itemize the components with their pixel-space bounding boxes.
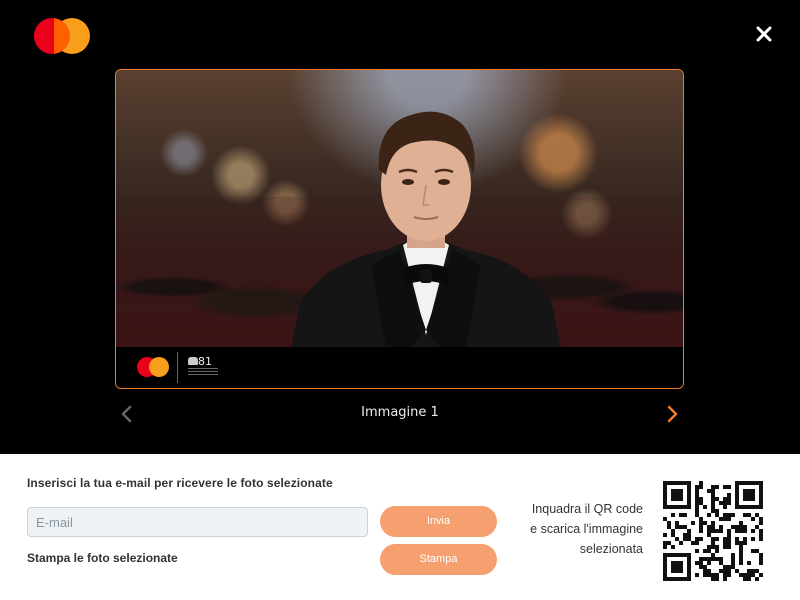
previous-arrow-icon[interactable] (118, 403, 136, 425)
close-icon[interactable] (752, 22, 776, 46)
mastercard-logo-small (137, 357, 171, 377)
photo-branding-bar: 81 (116, 347, 683, 388)
image-caption: Immagine 1 (361, 405, 439, 420)
next-arrow-icon[interactable] (663, 403, 681, 425)
venice-film-festival-logo: 81 (186, 355, 222, 379)
divider (177, 352, 178, 383)
photo-frame: 81 (115, 69, 684, 389)
qr-text-line: Inquadra il QR code (531, 502, 643, 516)
person-image (291, 111, 561, 347)
qr-text-line: e scarica l'immagine (530, 522, 643, 536)
selected-photo (116, 70, 683, 347)
mastercard-logo (34, 18, 92, 54)
qr-instructions: Inquadra il QR code e scarica l'immagine… (500, 499, 643, 559)
print-button[interactable]: Stampa (380, 544, 497, 575)
send-button[interactable]: Invia (380, 506, 497, 537)
qr-text-line: selezionata (579, 542, 643, 556)
email-input[interactable] (27, 507, 368, 537)
qr-code (663, 481, 763, 581)
share-panel: Inserisci la tua e-mail per ricevere le … (0, 454, 800, 600)
print-heading: Stampa le foto selezionate (27, 551, 178, 565)
email-heading: Inserisci la tua e-mail per ricevere le … (27, 476, 333, 490)
gallery-area: 81 Immagine 1 (0, 0, 800, 454)
